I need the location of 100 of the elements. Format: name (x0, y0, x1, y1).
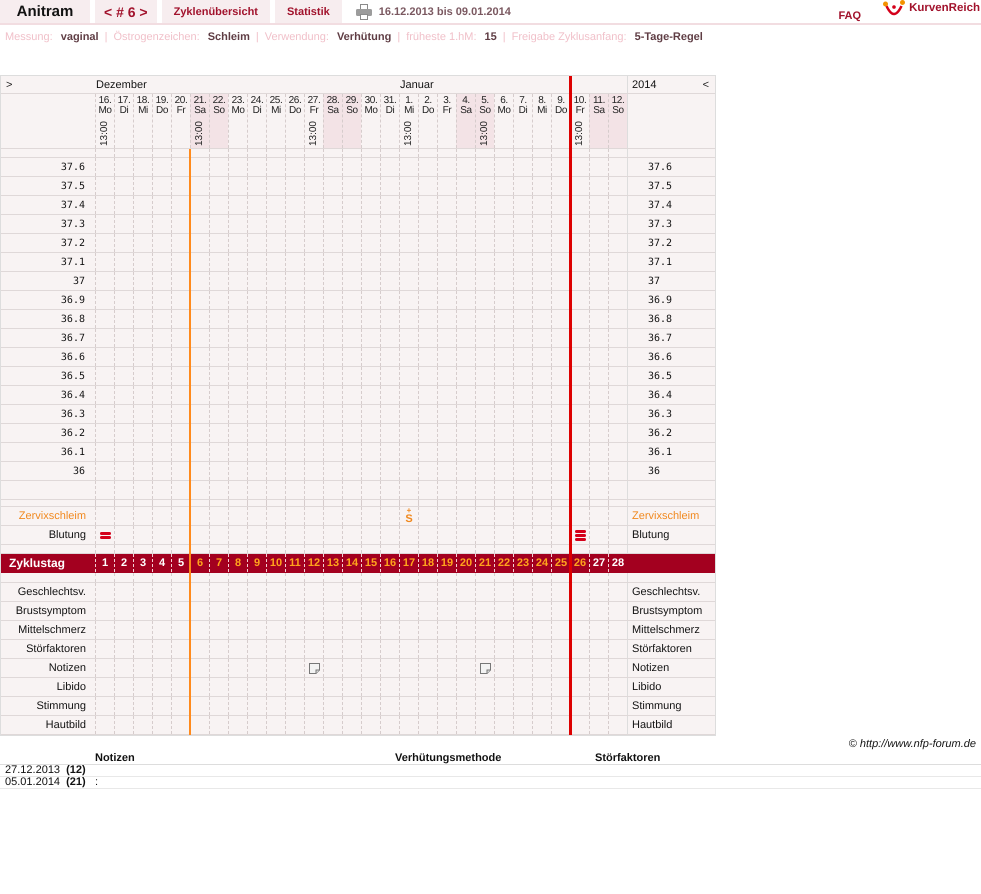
weekday: So (612, 106, 624, 116)
cycle-day-number: (21) (66, 777, 86, 788)
row-label: Blutung (632, 529, 670, 541)
cycle-day-number: 12 (308, 557, 320, 569)
setting-label: früheste 1.hM: (406, 31, 477, 43)
day-date: 4. (462, 96, 470, 106)
day-date: 26. (288, 96, 302, 106)
weekday: Mi (138, 106, 148, 116)
day-date: 31. (384, 96, 396, 106)
weekday: Fr (176, 106, 186, 116)
temperature-label: 36.4 (60, 390, 85, 400)
faq-link[interactable]: FAQ (838, 10, 862, 22)
note-icon[interactable] (308, 662, 320, 674)
temperature-label: 36.5 (648, 370, 672, 382)
setting-value: Schleim (208, 31, 250, 43)
day-date: 22. (212, 96, 226, 106)
weekday: Di (386, 106, 394, 116)
row-label: Stimmung (36, 700, 86, 712)
weekday: So (479, 106, 491, 116)
weekday: Di (252, 106, 262, 116)
nav-tab[interactable]: Zyklenübersicht (162, 0, 270, 23)
setting-value: vaginal (60, 31, 99, 43)
cycle-nav-button[interactable]: < # 6 > (95, 0, 157, 23)
time-label: 13:00 (309, 121, 319, 146)
note-icon[interactable] (480, 662, 490, 674)
cycle-day-number: (12) (66, 765, 86, 776)
cycle-day-number: 28 (612, 557, 624, 569)
weekday: Mo (231, 106, 245, 116)
row-label: Brustsymptom (16, 605, 86, 617)
weekday: Mi (271, 106, 281, 116)
cycle-day-number: 9 (254, 557, 260, 569)
cycle-day-number: 25 (554, 557, 568, 569)
temperature-label: 36 (648, 466, 660, 476)
temperature-label: 36.9 (648, 294, 672, 306)
row-label: Notizen (632, 662, 670, 674)
cycle-day-number: 11 (289, 557, 301, 569)
scroll-button[interactable]: < (702, 78, 709, 90)
separator: | (397, 31, 400, 43)
day-date: 6. (500, 96, 508, 106)
temperature-label: 37 (648, 276, 660, 286)
setting-value: 5-Tage-Regel (634, 31, 703, 43)
temperature-label: 37.5 (60, 180, 85, 192)
logo-icon[interactable] (883, 0, 906, 18)
cycle-day-number: 26 (574, 557, 586, 569)
weekday: Do (289, 106, 301, 116)
printer-icon[interactable] (356, 4, 372, 20)
temperature-label: 37.1 (648, 256, 672, 268)
temperature-label: 37.2 (648, 238, 672, 248)
row-label: Störfaktoren (26, 643, 86, 655)
cycle-day-number: 24 (536, 557, 548, 569)
row-label: Libido (56, 681, 86, 693)
day-date: 3. (443, 96, 451, 106)
temperature-label: 37.1 (60, 256, 85, 268)
temperature-label: 37.4 (60, 200, 85, 210)
setting-value: Verhütung (336, 31, 392, 43)
row-label: Störfaktoren (632, 643, 692, 655)
temperature-label: 36.8 (648, 314, 672, 324)
cycle-day-number: 20 (460, 557, 472, 569)
temperature-label: 36.9 (60, 294, 85, 306)
weekday: So (213, 106, 225, 116)
day-date: 27. (308, 96, 320, 106)
logo-text: KurvenReich (909, 2, 980, 14)
cycle-day-number: 8 (234, 557, 242, 569)
weekday: So (346, 106, 358, 116)
cycle-day-number: 19 (440, 557, 454, 569)
cycle-day-number: 7 (216, 557, 222, 569)
temperature-label: 36.6 (60, 352, 85, 362)
day-date: 24. (250, 96, 264, 106)
date-range: 16.12.2013 bis 09.01.2014 (378, 6, 511, 18)
day-date: 16. (98, 96, 112, 106)
temperature-label: 37.4 (648, 200, 672, 210)
scroll-button[interactable]: > (6, 78, 12, 90)
day-date: 11. (593, 96, 605, 106)
column-header: Verhütungsmethode (395, 752, 502, 764)
copyright-text: © http://www.nfp-forum.de (848, 738, 976, 751)
temperature-label: 37.3 (648, 218, 672, 230)
weekday: Mi (537, 106, 547, 116)
setting-label: Östrogenzeichen: (113, 31, 200, 43)
row-label: Blutung (48, 529, 86, 541)
setting-value: 15 (484, 31, 497, 43)
temperature-label: 37.2 (60, 238, 85, 248)
cycle-day-number: 18 (422, 557, 434, 569)
cycle-day-number: 2 (120, 557, 128, 569)
row-label: Stimmung (632, 700, 682, 712)
weekday: Mi (404, 106, 414, 116)
setting-label: Messung: (5, 31, 53, 43)
day-date: 8. (538, 96, 546, 106)
temperature-label: 36.5 (60, 370, 85, 382)
temperature-label: 36.7 (60, 332, 85, 344)
temperature-label: 36.1 (648, 446, 672, 458)
day-date: 2. (424, 96, 432, 106)
temperature-label: 37.5 (648, 180, 672, 192)
day-date: 10. (574, 96, 586, 106)
separator: | (256, 31, 259, 43)
row-label: Hautbild (46, 719, 86, 731)
cycle-day-number: 4 (158, 557, 166, 569)
cycle-day-number: 5 (178, 557, 184, 569)
nav-tab[interactable]: Statistik (274, 0, 342, 23)
day-date: 18. (136, 96, 150, 106)
day-date: 5. (481, 96, 489, 106)
